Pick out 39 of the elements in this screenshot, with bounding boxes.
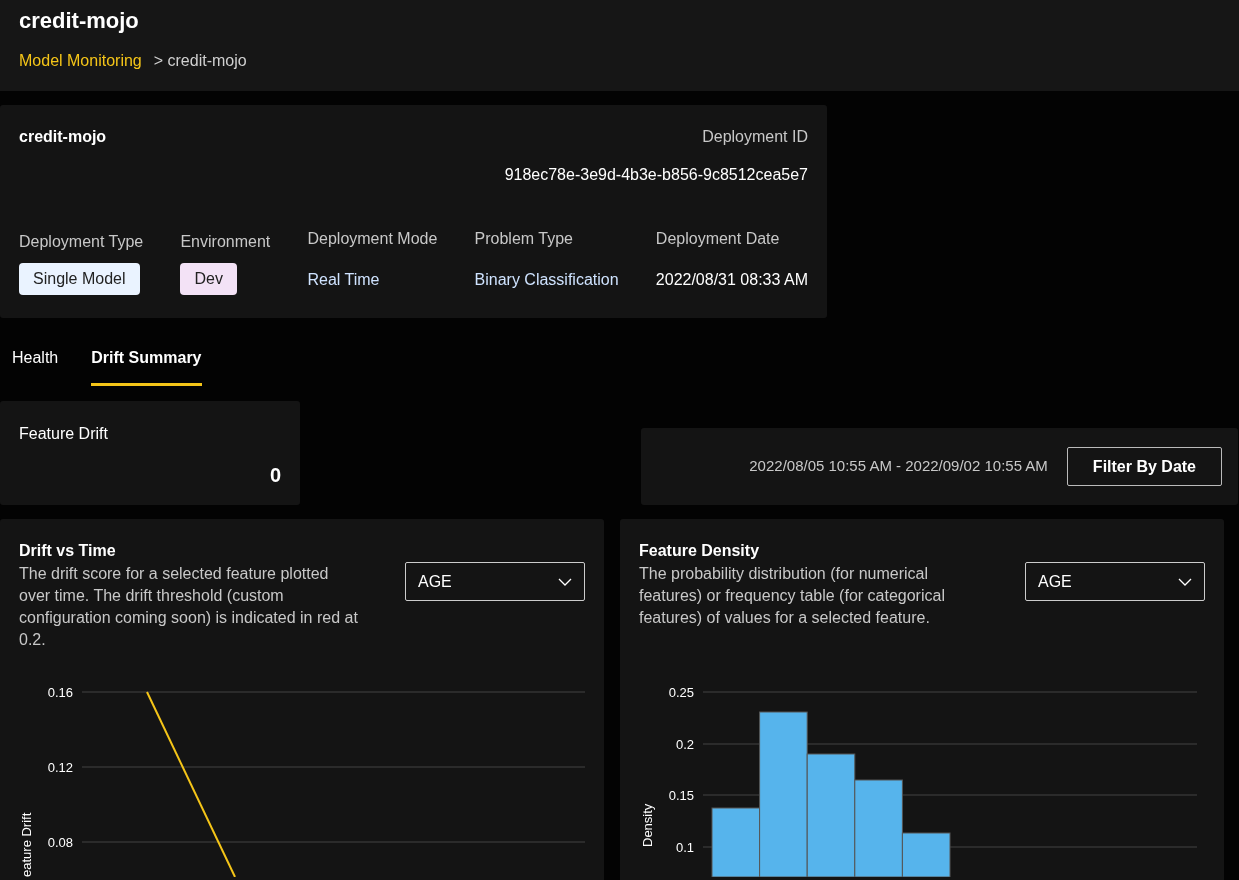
- chart-description: The probability distribution (for numerical features) or frequency table (for categorical features) of values for a selected feature.: [639, 564, 946, 628]
- axis-tick-label: 0.12: [47, 760, 73, 775]
- field-label: Problem Type: [474, 229, 574, 249]
- field-value: 2022/08/31 08:33 AM: [655, 270, 808, 290]
- filter-by-date-button[interactable]: Filter By Date: [1066, 447, 1222, 486]
- chart-title: Feature Density: [639, 541, 761, 561]
- axis-title: eature Drift: [19, 812, 34, 877]
- feature-select[interactable]: AGE: [1025, 562, 1205, 601]
- axis-tick-label: 0.08: [47, 835, 73, 850]
- feature-select[interactable]: AGE: [405, 562, 585, 601]
- field-label: Deployment ID: [702, 127, 808, 147]
- tab[interactable]: Drift Summary: [91, 346, 202, 386]
- chart-title: Drift vs Time: [19, 541, 117, 561]
- date-range: 2022/08/05 10:55 AM - 2022/09/02 10:55 AM: [749, 456, 1048, 477]
- metric-value: 0: [269, 463, 281, 488]
- tab[interactable]: Health: [12, 346, 59, 386]
- breadcrumb-current: > credit-mojo: [153, 51, 247, 71]
- tag: Single Model: [19, 263, 140, 295]
- deployment-id: 918ec78e-3e9d-4b3e-b856-9c8512cea5e7: [504, 165, 808, 185]
- field-label: Environment: [180, 232, 271, 252]
- chart-description: The drift score for a selected feature plotted over time. The drift threshold (custom configuration coming soon) is indicated in red at 0.2.: [19, 564, 359, 650]
- axis-tick-label: 0.1: [675, 840, 694, 855]
- field-label: Deployment Date: [655, 229, 781, 249]
- metric-label: Feature Drift: [19, 424, 109, 444]
- axis-tick-label: 0.15: [668, 788, 694, 803]
- field-label: Deployment Mode: [307, 229, 438, 249]
- axis-tick-label: 0.2: [675, 737, 694, 752]
- model-name: credit-mojo: [19, 127, 107, 147]
- axis-title: Density: [640, 803, 655, 847]
- chevron-down-icon: [1178, 577, 1192, 586]
- breadcrumb-link[interactable]: Model Monitoring: [19, 49, 142, 73]
- axis-tick-label: 0.25: [668, 685, 694, 700]
- axis-tick-label: 0.16: [47, 685, 73, 700]
- tag: Dev: [180, 263, 237, 295]
- page-title: credit-mojo: [19, 7, 140, 35]
- field-label: Deployment Type: [19, 232, 144, 252]
- chevron-down-icon: [558, 577, 572, 586]
- field-value: Real Time: [307, 270, 381, 290]
- field-value: Binary Classification: [474, 270, 619, 290]
